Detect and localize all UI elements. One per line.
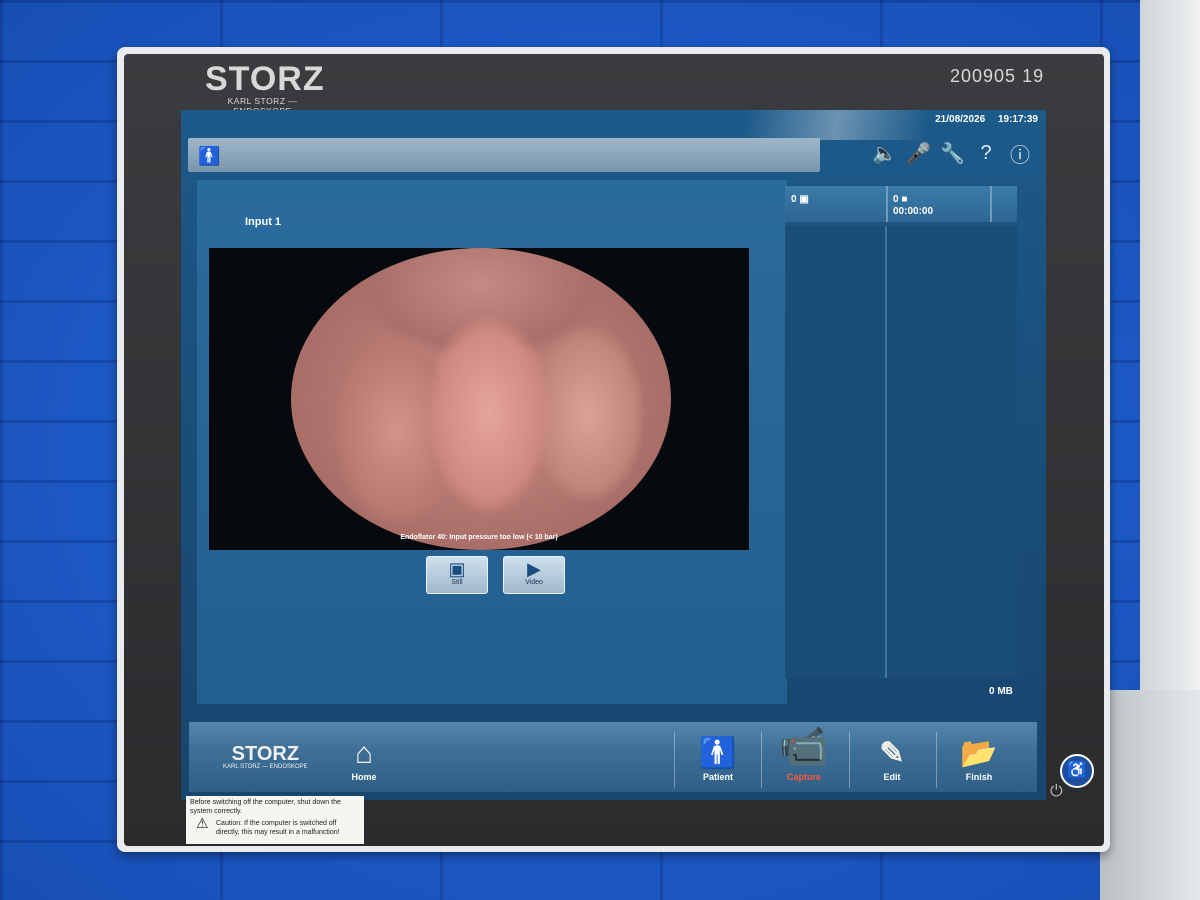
live-video: Endoflator 40: Input pressure too low (<…: [209, 248, 749, 550]
capture-panel: Input 1 Endoflator 40: Input pressure to…: [197, 180, 787, 704]
header-divider: [886, 186, 888, 222]
capture-icon: 📹: [779, 725, 829, 769]
video-camera-icon: ▶: [527, 559, 541, 579]
nav-capture-label: Capture: [786, 772, 821, 782]
video-small-icon: ■: [901, 194, 908, 205]
video-thumbnail-list[interactable]: [887, 226, 1017, 678]
video-count-header: 0 ■ 00:00:00: [893, 194, 933, 218]
time-display: 19:17:39: [997, 114, 1038, 125]
folder-icon: 📂: [960, 737, 998, 770]
side-device-base: [1100, 690, 1200, 900]
info-icon[interactable]: ⓘ: [1008, 139, 1032, 168]
microphone-icon[interactable]: 🎤: [906, 141, 931, 166]
sticker-caution-text: Caution: If the computer is switched off…: [216, 820, 340, 836]
storage-used: 0 MB: [989, 686, 1013, 697]
still-count: 0: [791, 194, 797, 205]
endoscope-view: [291, 248, 671, 550]
side-device: [1140, 0, 1200, 700]
nav-divider: [674, 732, 675, 788]
monitor-brand-name: STORZ: [205, 60, 325, 98]
video-label: Video: [525, 579, 543, 586]
monitor-brand-logo: STORZ KARL STORZ — ENDOSKOPE: [205, 60, 325, 116]
speaker-icon[interactable]: 🔈: [872, 141, 897, 166]
bottom-logo-name: STORZ: [231, 743, 300, 765]
header-divider: [990, 186, 992, 222]
still-thumbnail-list[interactable]: [785, 226, 887, 678]
nav-edit[interactable]: ✎ Edit: [857, 736, 927, 782]
video-count: 0: [893, 194, 899, 205]
sticker-caution: ⚠ Caution: If the computer is switched o…: [190, 815, 360, 837]
video-duration: 00:00:00: [893, 206, 934, 217]
nav-divider: [936, 732, 937, 788]
bottom-logo: STORZ KARL STORZ — ENDOSKOPE: [223, 744, 308, 770]
accessibility-badge-icon: ♿: [1060, 754, 1094, 788]
header-shine: [746, 110, 926, 140]
patient-icon: 🚹: [699, 737, 737, 770]
sticker-line1: Before switching off the computer, shut …: [190, 799, 341, 815]
nav-divider: [761, 732, 762, 788]
camera-icon: ▣: [448, 559, 466, 579]
nav-finish[interactable]: 📂 Finish: [944, 736, 1014, 782]
nav-patient-label: Patient: [702, 772, 733, 782]
person-icon: 🚹: [198, 146, 221, 166]
nav-finish-label: Finish: [965, 772, 993, 782]
monitor-power-icon[interactable]: ⏻: [1050, 783, 1063, 801]
camera-small-icon: ▣: [799, 194, 809, 205]
thumb-header: 0 ▣ 0 ■ 00:00:00: [785, 186, 1017, 222]
monitor-serial: 200905 19: [950, 66, 1045, 86]
wrench-icon[interactable]: 🔧: [940, 141, 965, 166]
still-button[interactable]: ▣ Still: [426, 556, 488, 594]
nav-patient[interactable]: 🚹 Patient: [683, 736, 753, 782]
nav-divider: [849, 732, 850, 788]
nav-home[interactable]: ⌂ Home: [329, 736, 399, 782]
still-count-header: 0 ▣: [791, 194, 809, 205]
still-label: Still: [451, 579, 463, 586]
nav-edit-label: Edit: [883, 772, 901, 782]
help-icon[interactable]: ?: [974, 142, 998, 165]
shutdown-warning-sticker: Before switching off the computer, shut …: [186, 796, 364, 844]
bottom-logo-sub: KARL STORZ — ENDOSKOPE: [223, 764, 308, 770]
nav-capture[interactable]: 📹 Capture: [769, 722, 839, 782]
media-thumbnail-panel: 0 ▣ 0 ■ 00:00:00: [785, 186, 1017, 678]
bottom-navigation: STORZ KARL STORZ — ENDOSKOPE ⌂ Home 🚹 Pa…: [189, 722, 1037, 792]
nav-home-label: Home: [351, 772, 377, 782]
input-label: Input 1: [245, 216, 282, 228]
edit-icon: ✎: [879, 737, 905, 770]
video-button[interactable]: ▶ Video: [503, 556, 565, 594]
top-toolbar: 🔈 🎤 🔧 ? ⓘ: [872, 138, 1032, 168]
screen: 21/08/2026 19:17:39 🚹 🔈 🎤 🔧 ? ⓘ Input 1 …: [181, 110, 1046, 800]
date-display: 21/08/2026: [935, 114, 986, 125]
patient-bar[interactable]: 🚹: [188, 138, 820, 172]
pressure-warning: Endoflator 40: Input pressure too low (<…: [400, 534, 558, 541]
datetime: 21/08/2026 19:17:39: [925, 114, 1038, 125]
warning-icon: ⚠: [196, 815, 209, 831]
home-icon: ⌂: [354, 737, 374, 770]
